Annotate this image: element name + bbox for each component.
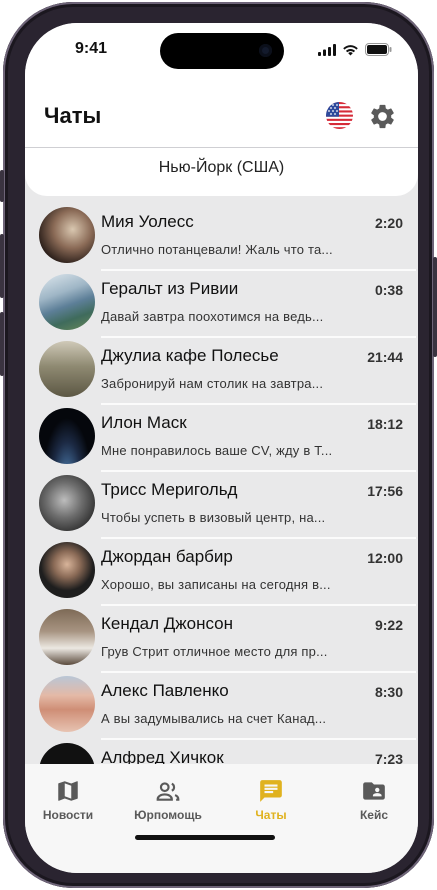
avatar <box>39 676 95 732</box>
chat-row[interactable]: Илон Маск 18:12 Мне понравилось ваше CV,… <box>25 405 418 472</box>
home-indicator <box>135 835 275 840</box>
chat-time: 12:00 <box>367 550 403 566</box>
tab-case[interactable]: Кейс <box>329 778 418 822</box>
people-icon <box>156 782 180 801</box>
chat-preview: Грув Стрит отличное место для пр... <box>101 644 328 659</box>
city-selector[interactable]: Нью-Йорк (США) <box>25 159 418 177</box>
chat-name: Кендал Джонсон <box>101 614 234 633</box>
tab-label: Юрпомощь <box>134 808 202 822</box>
map-icon <box>58 781 78 801</box>
chat-preview: Хорошо, вы записаны на сегодня в... <box>101 577 331 592</box>
us-flag-icon[interactable] <box>326 102 353 129</box>
avatar <box>39 408 95 464</box>
chat-preview: Забронируй нам столик на завтра... <box>101 376 324 391</box>
chat-name: Мия Уолесс <box>101 212 194 231</box>
tab-legal-help[interactable]: Юрпомощь <box>123 778 213 822</box>
battery-icon <box>365 43 392 56</box>
tab-news[interactable]: Новости <box>25 778 113 822</box>
page-title: Чаты <box>44 103 102 128</box>
header: 9:41 Чаты Нью-Йорк (США) <box>25 23 418 196</box>
chat-name: Джулиа кафе Полесье <box>101 346 279 365</box>
avatar <box>39 341 95 397</box>
tab-chats[interactable]: Чаты <box>226 778 316 822</box>
dynamic-island <box>160 33 284 69</box>
chat-name: Трисс Меригольд <box>101 480 238 499</box>
avatar <box>39 542 95 598</box>
chat-preview: Мне понравилось ваше CV, жду в Т... <box>101 443 333 458</box>
avatar <box>39 475 95 531</box>
chat-list: Мия Уолесс 2:20 Отлично потанцевали! Жал… <box>25 204 418 807</box>
chat-preview: Отлично потанцевали! Жаль что та... <box>101 242 333 257</box>
chat-time: 0:38 <box>374 282 403 298</box>
tab-label: Чаты <box>255 808 287 822</box>
chat-time: 18:12 <box>367 416 403 432</box>
screen: 9:41 Чаты Нью-Йорк (США) Мия Уолесс 2:20… <box>25 23 418 873</box>
chat-name: Джордан барбир <box>101 547 233 566</box>
status-time: 9:41 <box>75 40 108 57</box>
silent-switch <box>0 170 4 202</box>
tab-label: Новости <box>42 808 94 822</box>
chat-row[interactable]: Геральт из Ривии 0:38 Давай завтра поохо… <box>25 271 418 338</box>
chat-name: Геральт из Ривии <box>101 279 239 298</box>
avatar <box>39 274 95 330</box>
chat-time: 21:44 <box>367 349 403 365</box>
avatar <box>39 207 95 263</box>
chat-row[interactable]: Кендал Джонсон 9:22 Грув Стрит отличное … <box>25 606 418 673</box>
camera-icon <box>259 44 272 57</box>
folder-icon <box>363 782 385 800</box>
gear-icon[interactable] <box>368 102 397 131</box>
chat-row[interactable]: Алекс Павленко 8:30 А вы задумывались на… <box>25 673 418 740</box>
chat-preview: Чтобы успеть в визовый центр, на... <box>101 510 326 525</box>
tab-label: Кейс <box>359 808 389 822</box>
chat-time: 17:56 <box>367 483 403 499</box>
chat-time: 9:22 <box>374 617 403 633</box>
chat-preview: Давай завтра поохотимся на ведь... <box>101 309 324 324</box>
volume-down-button <box>0 312 4 376</box>
power-button <box>433 257 437 357</box>
chat-row[interactable]: Джулиа кафе Полесье 21:44 Забронируй нам… <box>25 338 418 405</box>
chat-preview: А вы задумывались на счет Канад... <box>101 711 327 726</box>
volume-up-button <box>0 234 4 298</box>
tab-bar: Новости Юрпомощь Чаты Кейс <box>25 764 418 873</box>
wifi-icon <box>343 44 358 55</box>
chat-name: Алекс Павленко <box>101 681 229 700</box>
chat-name: Илон Маск <box>101 413 187 432</box>
chat-time: 8:30 <box>374 684 403 700</box>
avatar <box>39 609 95 665</box>
chat-row[interactable]: Трисс Меригольд 17:56 Чтобы успеть в виз… <box>25 472 418 539</box>
status-icons <box>318 43 392 56</box>
phone-frame: 9:41 Чаты Нью-Йорк (США) Мия Уолесс 2:20… <box>0 2 437 888</box>
header-divider <box>25 147 418 148</box>
chat-time: 2:20 <box>374 215 403 231</box>
chat-row[interactable]: Мия Уолесс 2:20 Отлично потанцевали! Жал… <box>25 204 418 271</box>
chat-icon <box>260 780 282 802</box>
chat-row[interactable]: Джордан барбир 12:00 Хорошо, вы записаны… <box>25 539 418 606</box>
signal-icon <box>318 43 336 56</box>
